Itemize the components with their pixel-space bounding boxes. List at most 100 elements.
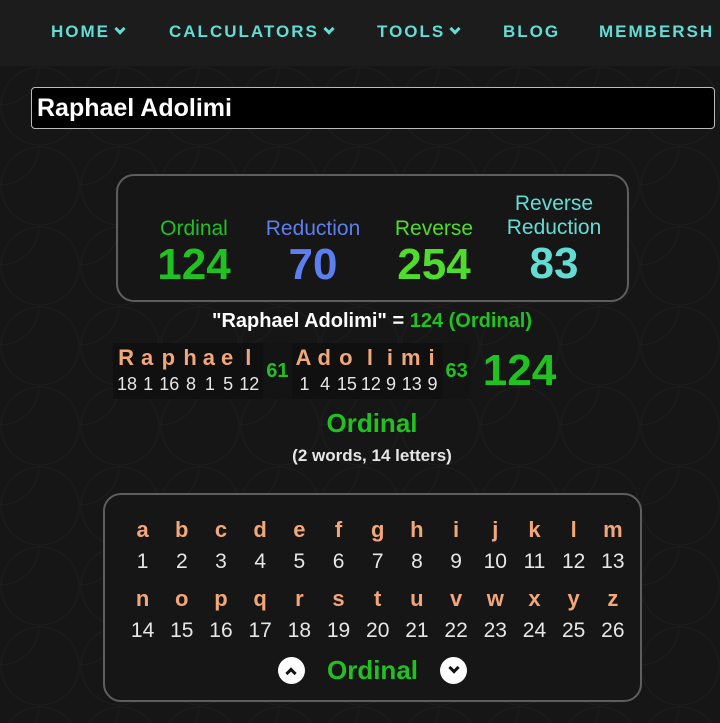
letter-column: R 18 xyxy=(117,343,137,399)
cipher-value: 124 xyxy=(157,240,231,289)
nav-label: TOOLS xyxy=(377,22,446,41)
alphabet-letter: v xyxy=(449,586,463,611)
alphabet-value: 16 xyxy=(209,619,233,642)
phrase-input[interactable] xyxy=(31,87,715,129)
alphabet-letter: b xyxy=(175,517,189,542)
nav-calculators[interactable]: CALCULATORS xyxy=(169,22,335,42)
letter-column: m 13 xyxy=(401,343,423,399)
letter-char: e xyxy=(221,345,236,370)
alphabet-value: 14 xyxy=(130,619,155,642)
alphabet-letter: s xyxy=(332,586,345,611)
alphabet-value: 21 xyxy=(405,619,429,642)
letter-column: l 12 xyxy=(239,343,259,399)
letter-value: 16 xyxy=(159,374,180,394)
alphabet-value: 8 xyxy=(411,550,423,573)
alphabet-letters-row: a bcd e f gh i j k l m xyxy=(123,517,632,543)
alphabet-letter: y xyxy=(567,586,580,611)
cipher-value: 254 xyxy=(397,240,471,289)
letter-value: 12 xyxy=(360,374,381,394)
letter-value: 1 xyxy=(204,374,215,394)
letter-column: p 16 xyxy=(159,343,179,399)
nav-label: CALCULATORS xyxy=(169,22,319,41)
alphabet-letter: p xyxy=(214,586,228,611)
alphabet-letters-row: nopq r s t uvwx y z xyxy=(123,586,632,612)
breakdown-cipher-name: Ordinal xyxy=(326,408,418,438)
cipher-ordinal[interactable]: Ordinal 124 xyxy=(129,217,259,289)
alphabet-letter: n xyxy=(135,586,150,611)
chevron-down-icon xyxy=(323,23,335,35)
word-breakdown: A 1 d 4 o 15 l 12 i 9 m 13 i 9 xyxy=(291,343,443,399)
nav-label: BLOG xyxy=(503,22,561,41)
grand-total: 124 xyxy=(482,346,557,395)
letter-column: i9 xyxy=(385,343,397,399)
alphabet-letter: w xyxy=(486,586,504,611)
letter-char: a xyxy=(202,345,218,370)
alphabet-value: 22 xyxy=(444,619,468,642)
alphabet-value: 1 xyxy=(136,550,149,573)
alphabet-letter: o xyxy=(175,586,189,611)
word-breakdown: R 18 a 1 p 16 h 8 a 1 e 5 l 12 xyxy=(113,343,264,399)
cipher-reverse-reduction[interactable]: Reverse Reduction 83 xyxy=(489,192,619,288)
letter-value: 4 xyxy=(320,374,331,394)
alphabet-value: 18 xyxy=(287,619,312,642)
alphabet-letter: c xyxy=(214,517,228,542)
letter-char: a xyxy=(141,345,156,370)
previous-cipher-button[interactable] xyxy=(277,657,305,684)
letter-char: R xyxy=(118,345,136,370)
alphabet-value: 7 xyxy=(371,550,384,573)
cipher-label: Reverse Reduction xyxy=(506,192,602,239)
letter-value: 18 xyxy=(117,374,138,394)
word-letter-count: (2 words, 14 letters) xyxy=(292,446,452,465)
alphabet-value: 10 xyxy=(483,550,507,573)
alphabet-value: 12 xyxy=(561,550,586,573)
letter-value: 12 xyxy=(239,374,260,394)
letter-column: A1 xyxy=(296,343,314,399)
alphabet-letter: l xyxy=(570,517,577,542)
letter-value: 5 xyxy=(223,374,234,394)
cipher-reduction[interactable]: Reduction 70 xyxy=(248,217,378,289)
alphabet-letter: q xyxy=(253,586,267,611)
chevron-up-icon xyxy=(285,667,298,679)
letter-column: i9 xyxy=(427,343,439,399)
current-cipher-label: Ordinal xyxy=(326,655,418,685)
letter-char: i xyxy=(386,345,396,370)
result-equals: = xyxy=(386,310,410,332)
letter-column: a1 xyxy=(141,343,155,399)
alphabet-letter: i xyxy=(453,517,460,542)
alphabet-letter: x xyxy=(528,586,541,611)
letter-column: l 12 xyxy=(361,343,381,399)
alphabet-letter: r xyxy=(295,586,304,611)
letter-char: A xyxy=(295,345,314,370)
letter-value: 1 xyxy=(299,374,310,394)
alphabet-letter: k xyxy=(528,517,541,542)
result-value: 124 (Ordinal) xyxy=(409,310,532,332)
alphabet-letter: t xyxy=(374,586,382,611)
alphabet-value: 13 xyxy=(601,550,625,573)
next-cipher-button[interactable] xyxy=(440,657,467,684)
top-nav: HOME CALCULATORS TOOLS BLOG MEMBERSH xyxy=(0,0,720,66)
letter-char: d xyxy=(317,345,333,370)
alphabet-value: 4 xyxy=(254,550,266,573)
letter-char: p xyxy=(161,345,178,370)
nav-home[interactable]: HOME xyxy=(51,22,126,42)
cipher-switcher: Ordinal xyxy=(105,655,640,686)
alphabet-value: 17 xyxy=(248,619,272,642)
chevron-down-icon xyxy=(447,662,460,674)
result-summary-line: "Raphael Adolimi" = 124 (Ordinal) xyxy=(0,310,720,333)
alphabet-letter: j xyxy=(492,517,499,542)
letter-value: 1 xyxy=(143,374,154,394)
alphabet-letter: a xyxy=(136,517,149,542)
letter-column: e5 xyxy=(221,343,235,399)
cipher-alphabet-table: abcdefghijklm 1 2 3 4 5 6 7 8 9 10 11 12 13 nopqrstu… xyxy=(103,493,642,702)
letter-char: h xyxy=(183,345,199,370)
alphabet-values-row: 14 15 16 17 18 19 20 21 22 23 24 25 26 xyxy=(123,619,632,643)
nav-blog[interactable]: BLOG xyxy=(503,22,560,42)
letter-column: a1 xyxy=(203,343,217,399)
nav-membership[interactable]: MEMBERSH xyxy=(599,22,714,42)
alphabet-value: 19 xyxy=(326,619,351,642)
alphabet-value: 24 xyxy=(522,619,547,642)
alphabet-letter: e xyxy=(293,517,306,542)
cipher-reverse[interactable]: Reverse 254 xyxy=(369,217,499,289)
nav-label: HOME xyxy=(51,22,110,41)
nav-tools[interactable]: TOOLS xyxy=(377,22,461,42)
